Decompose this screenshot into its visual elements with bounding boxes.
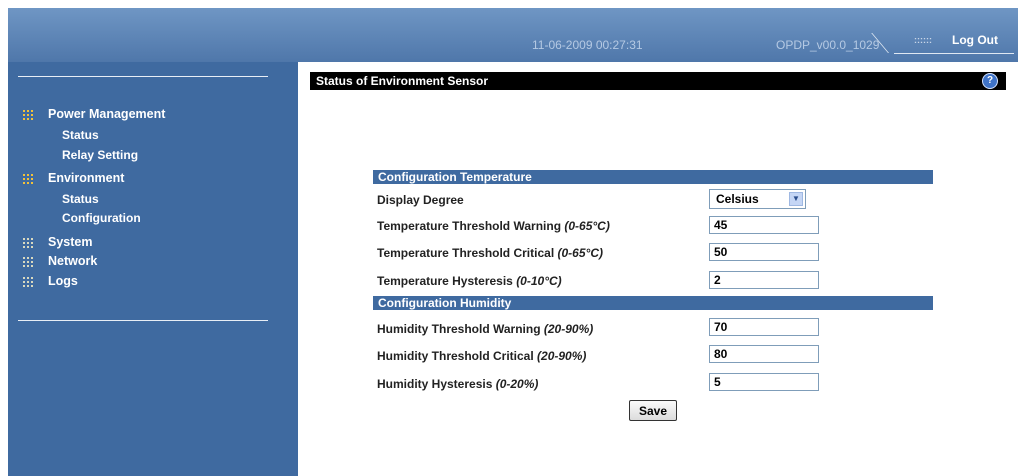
sidebar-item-logs[interactable]: Logs bbox=[48, 274, 78, 288]
sidebar-item-environment-status[interactable]: Status bbox=[62, 192, 99, 206]
sidebar-item-environment-configuration[interactable]: Configuration bbox=[62, 211, 141, 225]
sidebar-divider bbox=[18, 76, 268, 77]
hum-hysteresis-label: Humidity Hysteresis (0-20%) bbox=[377, 377, 539, 391]
section-title: Configuration Humidity bbox=[378, 296, 512, 310]
page-title-bar: Status of Environment Sensor ? bbox=[310, 72, 1006, 90]
sidebar-item-power-status[interactable]: Status bbox=[62, 128, 99, 142]
top-header: 11-06-2009 00:27:31 OPDP_v00.0_1029 ::::… bbox=[8, 8, 1018, 62]
logout-button[interactable]: :::::: Log Out bbox=[871, 33, 1014, 54]
grid-dots-icon bbox=[23, 277, 35, 289]
hum-critical-label: Humidity Threshold Critical (20-90%) bbox=[377, 349, 587, 363]
grid-dots-icon bbox=[23, 257, 35, 269]
section-header-temperature: Configuration Temperature bbox=[373, 170, 933, 184]
section-header-humidity: Configuration Humidity bbox=[373, 296, 933, 310]
sidebar-item-environment[interactable]: Environment bbox=[48, 171, 124, 185]
sidebar: Power Management Status Relay Setting En… bbox=[8, 62, 298, 476]
hum-hysteresis-input[interactable] bbox=[709, 373, 819, 391]
temp-critical-label: Temperature Threshold Critical (0-65°C) bbox=[377, 246, 603, 260]
temp-hysteresis-label: Temperature Hysteresis (0-10°C) bbox=[377, 274, 562, 288]
datetime: 11-06-2009 00:27:31 bbox=[532, 38, 643, 52]
save-button[interactable]: Save bbox=[629, 400, 677, 421]
sidebar-item-power-management[interactable]: Power Management bbox=[48, 107, 165, 121]
temp-critical-input[interactable] bbox=[709, 243, 819, 261]
firmware-version: OPDP_v00.0_1029 bbox=[776, 38, 880, 52]
hum-warning-label: Humidity Threshold Warning (20-90%) bbox=[377, 322, 594, 336]
grid-dots-icon bbox=[23, 238, 35, 250]
temp-warning-label: Temperature Threshold Warning (0-65°C) bbox=[377, 219, 610, 233]
sidebar-divider bbox=[18, 320, 268, 321]
sidebar-item-network[interactable]: Network bbox=[48, 254, 97, 268]
hum-warning-input[interactable] bbox=[709, 318, 819, 336]
temp-warning-input[interactable] bbox=[709, 216, 819, 234]
chevron-down-icon[interactable]: ▼ bbox=[789, 192, 803, 206]
page-title: Status of Environment Sensor bbox=[316, 74, 489, 88]
section-title: Configuration Temperature bbox=[378, 170, 532, 184]
hum-critical-input[interactable] bbox=[709, 345, 819, 363]
temp-hysteresis-input[interactable] bbox=[709, 271, 819, 289]
display-degree-select[interactable]: Celsius ▼ bbox=[709, 189, 806, 209]
sidebar-item-relay-setting[interactable]: Relay Setting bbox=[62, 148, 138, 162]
select-value: Celsius bbox=[716, 192, 759, 206]
grid-dots-icon bbox=[23, 174, 35, 186]
help-icon[interactable]: ? bbox=[982, 73, 998, 89]
display-degree-label: Display Degree bbox=[377, 193, 464, 207]
dots-icon: :::::: bbox=[914, 35, 932, 45]
sidebar-item-system[interactable]: System bbox=[48, 235, 92, 249]
logout-label: Log Out bbox=[952, 33, 998, 47]
grid-dots-icon bbox=[23, 110, 35, 122]
